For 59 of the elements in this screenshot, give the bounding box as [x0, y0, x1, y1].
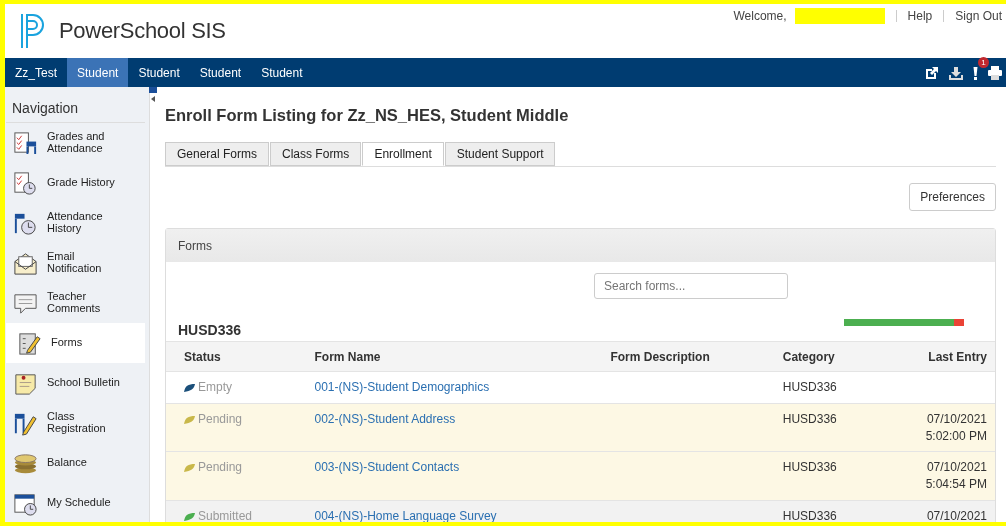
date-text: 07/10/2021: [926, 410, 987, 428]
print-icon[interactable]: [988, 65, 1002, 80]
download-icon[interactable]: [949, 65, 963, 80]
navbar-tab[interactable]: Zz_Test: [5, 58, 67, 87]
table-cell: HUSD336: [774, 371, 880, 404]
group-heading: HUSD336: [178, 322, 242, 338]
page-title: Enroll Form Listing for Zz_NS_HES, Student Middle: [165, 106, 570, 125]
table-cell: HUSD336: [774, 451, 880, 501]
preferences-button[interactable]: Preferences: [909, 183, 996, 211]
search-field[interactable]: Search forms...: [594, 273, 788, 299]
sidebar-item-icon: [12, 129, 39, 157]
header-link[interactable]: Sign Out: [955, 9, 1002, 23]
sidebar-item[interactable]: Grades and Attendance: [6, 123, 145, 163]
status-text: Pending: [198, 410, 243, 428]
alert-icon[interactable]: [973, 65, 978, 80]
column-header: Last Entry: [879, 341, 995, 372]
sidebar-item[interactable]: My Schedule: [6, 483, 145, 522]
tab[interactable]: Enrollment: [362, 142, 444, 166]
form-link[interactable]: 002-(NS)-Student Address: [314, 411, 456, 426]
status-text: Empty: [198, 379, 232, 396]
tab[interactable]: Class Forms: [270, 142, 362, 166]
header-link[interactable]: Help: [907, 9, 933, 23]
date-text: 07/10/2021: [926, 508, 987, 522]
sidebar-item[interactable]: School Bulletin: [6, 363, 145, 403]
sidebar-item-icon: [12, 169, 39, 197]
column-header: Category: [774, 341, 880, 372]
panel-title: Forms: [178, 238, 212, 253]
date-text: 5:04:54 PM: [925, 476, 987, 493]
form-link[interactable]: 001-(NS)-Student Demographics: [314, 380, 490, 394]
sidebar-item[interactable]: Grade History: [6, 163, 145, 203]
navbar-tab[interactable]: Student: [67, 58, 129, 87]
status-text: Pending: [198, 459, 243, 477]
date-text: 07/10/2021: [926, 459, 987, 477]
welcome-text: Welcome,: [733, 9, 787, 23]
date-text: 5:02:00 PM: [925, 427, 987, 445]
navbar-tab[interactable]: Student: [128, 58, 190, 87]
sidebar-item[interactable]: Attendance History: [6, 203, 145, 243]
sidebar-item[interactable]: Class Registration: [6, 403, 145, 443]
column-header: Form Description: [602, 341, 775, 372]
column-header: Form Name: [306, 341, 603, 372]
form-link[interactable]: 004-(NS)-Home Language Survey: [314, 509, 497, 522]
column-header: Status: [166, 341, 307, 372]
navbar-tab[interactable]: Student: [251, 58, 313, 87]
sidebar-item[interactable]: Email Notification: [6, 243, 145, 283]
sidebar-item[interactable]: Balance: [6, 443, 145, 483]
table-cell: HUSD336: [774, 403, 880, 452]
navbar-tab[interactable]: Student: [189, 58, 252, 87]
status-text: Submitted: [198, 508, 253, 522]
sidebar-title: Navigation: [6, 87, 145, 123]
form-link[interactable]: 003-(NS)-Student Contacts: [314, 460, 460, 475]
tab[interactable]: General Forms: [165, 142, 270, 166]
tab[interactable]: Student Support: [444, 142, 556, 166]
sidebar-item[interactable]: Forms: [6, 323, 145, 363]
external-link-icon[interactable]: [925, 65, 939, 80]
table-cell: HUSD336: [774, 500, 880, 522]
collapse-icon[interactable]: [149, 87, 157, 105]
app-title: PowerSchool SIS: [59, 18, 226, 44]
notification-badge: 1: [978, 56, 989, 68]
sidebar-item[interactable]: Teacher Comments: [6, 283, 145, 323]
